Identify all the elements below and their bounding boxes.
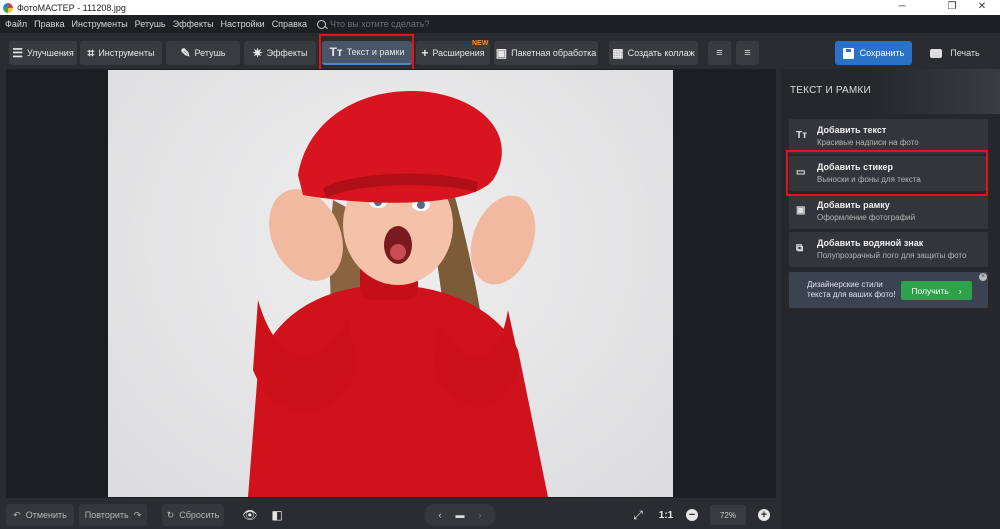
compare-icon[interactable]: ◧ xyxy=(268,505,286,525)
crop-icon: ⌗ xyxy=(87,45,95,60)
menu-effects[interactable]: Эффекты xyxy=(173,19,214,29)
reset-button[interactable]: ↻ Сбросить xyxy=(162,504,224,526)
add-preset-button[interactable]: ≡ xyxy=(708,41,731,65)
menu-edit[interactable]: Правка xyxy=(34,19,64,29)
file-navigation: ‹ ▬ › xyxy=(424,504,496,526)
promo-banner: Дизайнерские стили текста для ваших фото… xyxy=(789,272,988,308)
menu-settings[interactable]: Настройки xyxy=(221,19,265,29)
menu-retouch[interactable]: Ретушь xyxy=(135,19,166,29)
watermark-icon: ⧉ xyxy=(796,243,804,254)
fit-to-screen-icon[interactable]: ⤢ xyxy=(629,505,647,525)
menu-help[interactable]: Справка xyxy=(272,19,307,29)
highlight-box-sticker xyxy=(786,150,988,196)
reset-label: Сбросить xyxy=(179,510,220,520)
menu-bar: Файл Правка Инструменты Ретушь Эффекты Н… xyxy=(0,15,1000,33)
chevron-right-icon: › xyxy=(958,285,962,296)
menu-tools[interactable]: Инструменты xyxy=(72,19,128,29)
plus-icon: + xyxy=(758,509,770,521)
option-subtitle: Полупрозрачный лого для защиты фото xyxy=(817,251,967,260)
redo-label: Повторить xyxy=(84,510,129,520)
plus-icon: + xyxy=(421,46,429,60)
panel-title: ТЕКСТ И РАМКИ xyxy=(790,85,871,96)
search-icon[interactable] xyxy=(317,19,326,29)
redo-button[interactable]: Повторить ↷ xyxy=(79,504,147,526)
option-title: Добавить рамку xyxy=(817,200,890,210)
preview-eye-icon[interactable]: 👁 xyxy=(240,505,260,525)
minimize-button[interactable]: ─ xyxy=(887,0,917,15)
brush-icon: ✎ xyxy=(180,46,191,60)
download-preset-button[interactable]: ≡ xyxy=(736,41,759,65)
text-icon: Tт xyxy=(796,130,808,141)
close-promo-icon[interactable]: × xyxy=(979,273,987,281)
main-toolbar: ☰ Улучшения ⌗ Инструменты ✎ Ретушь ✷ Эфф… xyxy=(0,33,1000,68)
tab-retouch[interactable]: ✎ Ретушь xyxy=(166,41,240,65)
title-bar: ФотоМАСТЕР - 111208.jpg ─ ❐ ✕ xyxy=(0,0,1000,15)
highlight-box-tab xyxy=(319,34,414,72)
get-button-label: Получить xyxy=(911,285,949,296)
print-button[interactable]: Печать xyxy=(915,41,995,65)
option-title: Добавить текст xyxy=(817,125,887,135)
option-title: Добавить водяной знак xyxy=(817,238,924,248)
tab-tools[interactable]: ⌗ Инструменты xyxy=(80,41,162,65)
minus-icon: − xyxy=(686,509,698,521)
actual-size-button[interactable]: 1:1 xyxy=(656,505,676,525)
window-title: ФотоМАСТЕР - 111208.jpg xyxy=(17,2,126,13)
tab-label: Эффекты xyxy=(266,48,308,58)
text-frames-panel: ТЕКСТ И РАМКИ Tт Добавить текст Красивые… xyxy=(781,69,1000,529)
reset-icon: ↻ xyxy=(166,509,175,520)
get-button[interactable]: Получить › xyxy=(901,281,972,300)
folder-icon[interactable]: ▬ xyxy=(456,510,465,520)
option-subtitle: Красивые надписи на фото xyxy=(817,138,919,147)
print-label: Печать xyxy=(950,48,980,58)
menu-file[interactable]: Файл xyxy=(5,19,27,29)
sliders-add-icon: ≡ xyxy=(716,47,723,59)
option-subtitle: Оформление фотографий xyxy=(817,213,916,222)
save-label: Сохранить xyxy=(859,48,905,58)
redo-icon: ↷ xyxy=(133,509,142,520)
tab-label: Ретушь xyxy=(194,48,226,58)
search-input[interactable]: Что вы хотите сделать? xyxy=(330,19,430,29)
sliders-icon: ☰ xyxy=(12,46,24,60)
close-button[interactable]: ✕ xyxy=(967,0,997,15)
chevron-left-icon[interactable]: ‹ xyxy=(439,510,442,520)
floppy-disk-icon xyxy=(842,47,854,59)
tab-label: Пакетная обработка xyxy=(511,48,597,58)
add-text-option[interactable]: Tт Добавить текст Красивые надписи на фо… xyxy=(789,119,988,154)
image-stack-icon: ▣ xyxy=(495,46,508,60)
add-frame-option[interactable]: ▣ Добавить рамку Оформление фотографий xyxy=(789,194,988,229)
add-watermark-option[interactable]: ⧉ Добавить водяной знак Полупрозрачный л… xyxy=(789,232,988,267)
undo-label: Отменить xyxy=(25,510,67,520)
bottom-bar: ↶ Отменить Повторить ↷ ↻ Сбросить 👁 ◧ ‹ … xyxy=(0,500,780,529)
promo-line-2: текста для ваших фото! xyxy=(807,290,896,299)
printer-icon xyxy=(930,48,943,58)
sparkle-icon: ✷ xyxy=(252,46,263,60)
promo-line-1: Дизайнерские стили xyxy=(807,280,883,289)
zoom-level[interactable]: 72% xyxy=(710,505,746,525)
app-logo-icon xyxy=(3,2,13,13)
tab-improvements[interactable]: ☰ Улучшения xyxy=(9,41,77,65)
new-badge: NEW xyxy=(472,40,489,47)
photo-illustration xyxy=(248,91,548,497)
tab-batch-processing[interactable]: ▣ Пакетная обработка xyxy=(494,41,598,65)
undo-button[interactable]: ↶ Отменить xyxy=(6,504,74,526)
chevron-right-icon[interactable]: › xyxy=(479,510,482,520)
save-button[interactable]: Сохранить xyxy=(835,41,912,65)
zoom-out-button[interactable]: − xyxy=(685,505,699,525)
undo-icon: ↶ xyxy=(13,509,21,520)
sliders-download-icon: ≡ xyxy=(744,47,751,59)
promo-text: Дизайнерские стили текста для ваших фото… xyxy=(807,280,896,300)
tab-label: Создать коллаж xyxy=(627,48,695,58)
maximize-button[interactable]: ❐ xyxy=(937,0,967,15)
grid-icon: ▦ xyxy=(612,46,624,60)
tab-label: Улучшения xyxy=(27,48,74,58)
tab-label: Расширения xyxy=(432,48,485,58)
zoom-in-button[interactable]: + xyxy=(757,505,771,525)
photo-image[interactable] xyxy=(108,70,673,497)
frame-icon: ▣ xyxy=(796,205,806,216)
tab-effects[interactable]: ✷ Эффекты xyxy=(244,41,316,65)
tab-label: Инструменты xyxy=(98,48,155,58)
tab-create-collage[interactable]: ▦ Создать коллаж xyxy=(609,41,698,65)
